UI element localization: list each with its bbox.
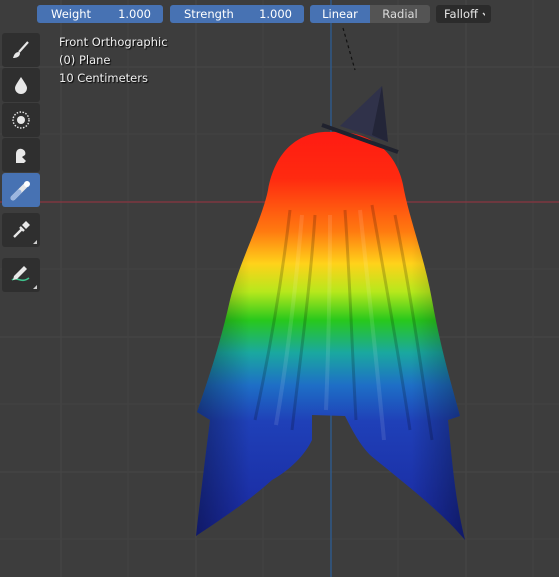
smear-tool[interactable] — [2, 138, 40, 172]
weight-value: 1.000 — [118, 7, 151, 21]
light-direction-line — [342, 27, 356, 71]
strength-field[interactable]: Strength 1.000 — [170, 5, 304, 23]
draw-tool[interactable] — [2, 33, 40, 67]
drop-icon — [15, 77, 27, 94]
sample-weight-tool[interactable] — [2, 213, 40, 247]
gradient-icon — [10, 181, 30, 201]
chevron-down-icon — [482, 12, 485, 16]
gradient-tool[interactable] — [2, 173, 40, 207]
falloff-dropdown[interactable]: Falloff — [436, 5, 491, 23]
finger-icon — [16, 148, 26, 163]
3d-viewport[interactable]: Weight 1.000 Strength 1.000 Linear Radia… — [0, 0, 559, 577]
sun-icon — [12, 111, 30, 129]
average-tool[interactable] — [2, 103, 40, 137]
strength-value: 1.000 — [259, 7, 292, 21]
view-name: Front Orthographic — [59, 35, 168, 49]
weight-field[interactable]: Weight 1.000 — [37, 5, 163, 23]
object-name: (0) Plane — [59, 53, 111, 67]
weight-label: Weight — [51, 7, 92, 21]
submenu-corner-icon — [33, 240, 37, 244]
falloff-shape-linear[interactable]: Linear — [310, 5, 370, 23]
eyedropper-icon — [13, 221, 30, 238]
falloff-dropdown-label: Falloff — [444, 7, 478, 21]
strength-label: Strength — [184, 7, 234, 21]
viewport-canvas[interactable] — [0, 0, 559, 577]
annotate-tool[interactable] — [2, 258, 40, 292]
submenu-corner-icon — [33, 285, 37, 289]
falloff-shape-radial[interactable]: Radial — [370, 5, 430, 23]
grid-scale: 10 Centimeters — [59, 71, 148, 85]
blur-tool[interactable] — [2, 68, 40, 102]
brush-icon — [13, 41, 29, 58]
pencil-icon — [11, 266, 30, 282]
